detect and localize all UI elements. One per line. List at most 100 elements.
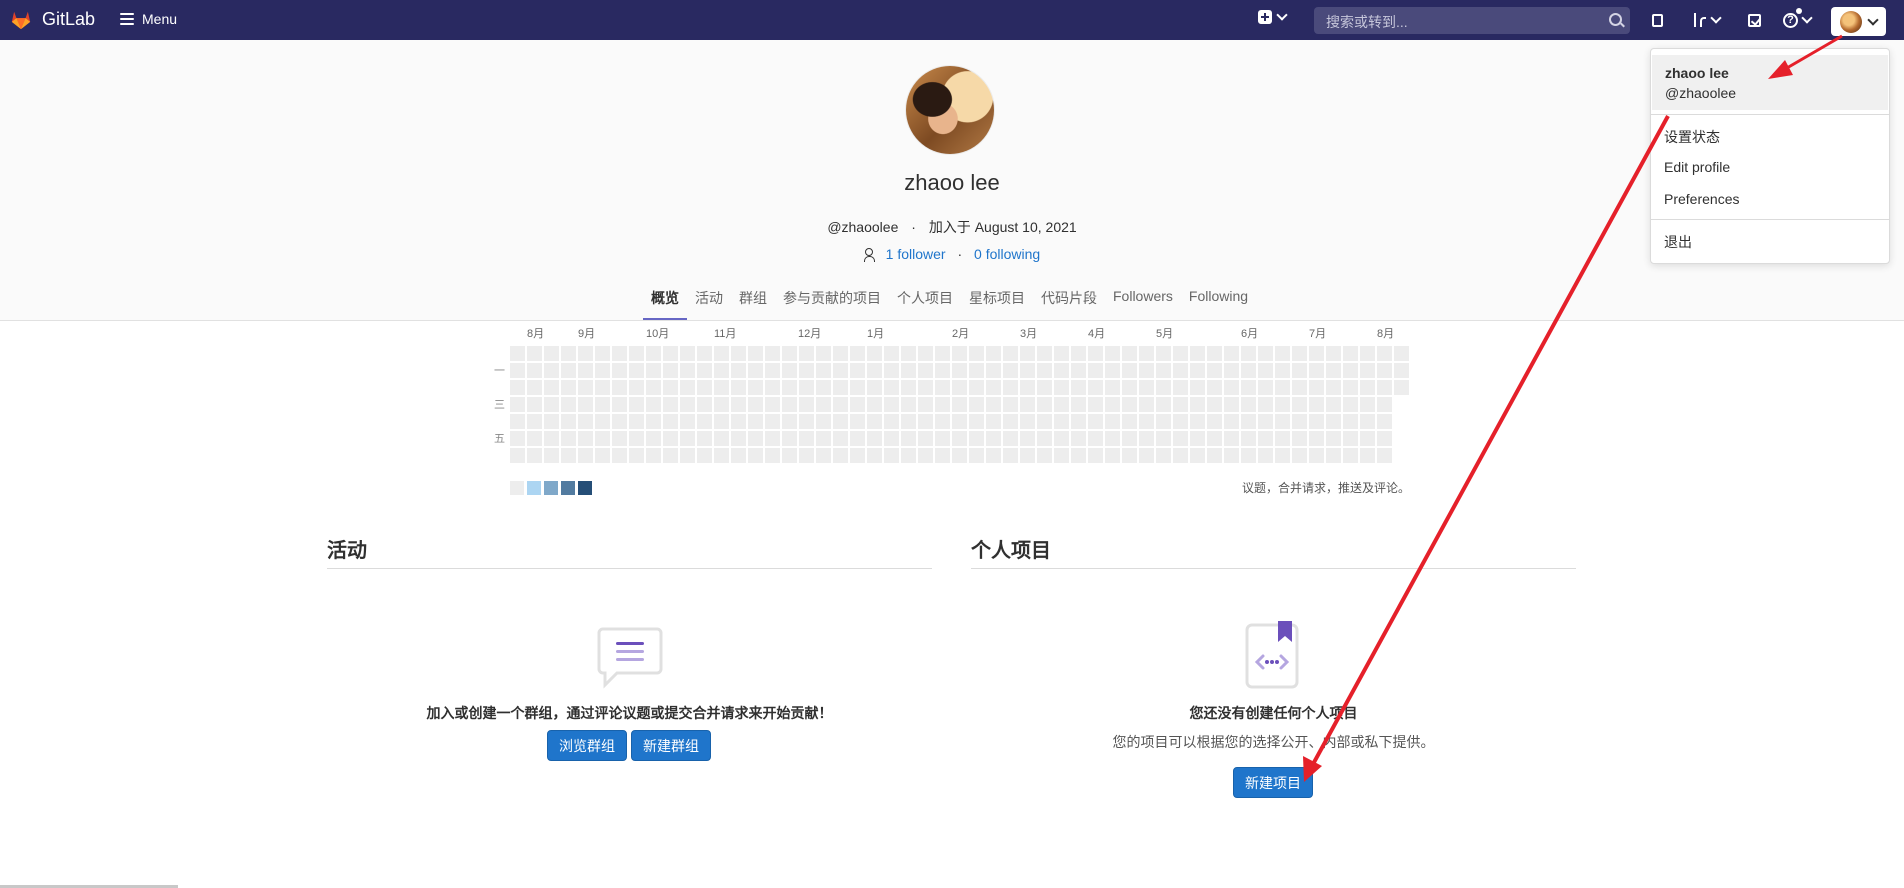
calendar-day-cell[interactable]: [782, 346, 797, 361]
calendar-day-cell[interactable]: [748, 414, 763, 429]
calendar-day-cell[interactable]: [816, 431, 831, 446]
calendar-day-cell[interactable]: [1020, 346, 1035, 361]
calendar-day-cell[interactable]: [918, 414, 933, 429]
search-input[interactable]: [1324, 7, 1588, 36]
calendar-day-cell[interactable]: [1224, 346, 1239, 361]
calendar-day-cell[interactable]: [612, 414, 627, 429]
calendar-day-cell[interactable]: [1173, 448, 1188, 463]
calendar-day-cell[interactable]: [612, 380, 627, 395]
calendar-day-cell[interactable]: [833, 397, 848, 412]
calendar-day-cell[interactable]: [1173, 363, 1188, 378]
calendar-day-cell[interactable]: [952, 414, 967, 429]
calendar-day-cell[interactable]: [527, 346, 542, 361]
calendar-day-cell[interactable]: [629, 414, 644, 429]
calendar-day-cell[interactable]: [629, 448, 644, 463]
search-box[interactable]: [1314, 7, 1630, 36]
calendar-day-cell[interactable]: [765, 414, 780, 429]
calendar-day-cell[interactable]: [578, 363, 593, 378]
calendar-day-cell[interactable]: [1360, 397, 1375, 412]
calendar-day-cell[interactable]: [1020, 397, 1035, 412]
calendar-day-cell[interactable]: [1020, 414, 1035, 429]
calendar-day-cell[interactable]: [748, 380, 763, 395]
calendar-day-cell[interactable]: [1173, 346, 1188, 361]
calendar-day-cell[interactable]: [935, 448, 950, 463]
calendar-day-cell[interactable]: [1377, 431, 1392, 446]
calendar-day-cell[interactable]: [850, 346, 865, 361]
preferences-item[interactable]: Preferences: [1664, 191, 1739, 207]
calendar-day-cell[interactable]: [748, 431, 763, 446]
calendar-day-cell[interactable]: [884, 380, 899, 395]
calendar-day-cell[interactable]: [680, 431, 695, 446]
calendar-day-cell[interactable]: [748, 397, 763, 412]
calendar-day-cell[interactable]: [1173, 380, 1188, 395]
calendar-day-cell[interactable]: [935, 346, 950, 361]
calendar-day-cell[interactable]: [1139, 431, 1154, 446]
calendar-day-cell[interactable]: [850, 397, 865, 412]
calendar-day-cell[interactable]: [1275, 397, 1290, 412]
calendar-day-cell[interactable]: [544, 448, 559, 463]
calendar-day-cell[interactable]: [1156, 431, 1171, 446]
calendar-day-cell[interactable]: [1309, 346, 1324, 361]
calendar-day-cell[interactable]: [510, 414, 525, 429]
calendar-day-cell[interactable]: [697, 363, 712, 378]
calendar-day-cell[interactable]: [1292, 414, 1307, 429]
calendar-day-cell[interactable]: [1309, 397, 1324, 412]
tab-groups[interactable]: 群组: [731, 280, 775, 320]
calendar-day-cell[interactable]: [1241, 448, 1256, 463]
calendar-day-cell[interactable]: [1088, 431, 1103, 446]
merge-requests-button[interactable]: [1693, 10, 1722, 30]
calendar-day-cell[interactable]: [1207, 346, 1222, 361]
calendar-day-cell[interactable]: [918, 346, 933, 361]
calendar-day-cell[interactable]: [1190, 431, 1205, 446]
calendar-day-cell[interactable]: [765, 363, 780, 378]
calendar-day-cell[interactable]: [731, 448, 746, 463]
calendar-day-cell[interactable]: [850, 414, 865, 429]
calendar-day-cell[interactable]: [1071, 448, 1086, 463]
calendar-day-cell[interactable]: [1343, 363, 1358, 378]
calendar-day-cell[interactable]: [1326, 346, 1341, 361]
calendar-day-cell[interactable]: [1003, 380, 1018, 395]
calendar-day-cell[interactable]: [1224, 380, 1239, 395]
calendar-day-cell[interactable]: [1275, 431, 1290, 446]
calendar-day-cell[interactable]: [1258, 448, 1273, 463]
calendar-day-cell[interactable]: [1343, 431, 1358, 446]
calendar-day-cell[interactable]: [1224, 414, 1239, 429]
calendar-day-cell[interactable]: [918, 431, 933, 446]
calendar-day-cell[interactable]: [867, 414, 882, 429]
calendar-day-cell[interactable]: [1105, 397, 1120, 412]
calendar-day-cell[interactable]: [663, 397, 678, 412]
calendar-day-cell[interactable]: [1207, 380, 1222, 395]
calendar-day-cell[interactable]: [595, 363, 610, 378]
calendar-day-cell[interactable]: [1343, 414, 1358, 429]
calendar-day-cell[interactable]: [816, 363, 831, 378]
calendar-day-cell[interactable]: [578, 431, 593, 446]
calendar-day-cell[interactable]: [969, 414, 984, 429]
calendar-day-cell[interactable]: [901, 363, 916, 378]
calendar-day-cell[interactable]: [1258, 397, 1273, 412]
calendar-day-cell[interactable]: [1309, 448, 1324, 463]
calendar-day-cell[interactable]: [1241, 346, 1256, 361]
calendar-day-cell[interactable]: [714, 380, 729, 395]
calendar-day-cell[interactable]: [918, 448, 933, 463]
calendar-day-cell[interactable]: [1088, 448, 1103, 463]
calendar-day-cell[interactable]: [1292, 346, 1307, 361]
calendar-day-cell[interactable]: [935, 414, 950, 429]
calendar-day-cell[interactable]: [1309, 380, 1324, 395]
calendar-day-cell[interactable]: [1173, 431, 1188, 446]
calendar-day-cell[interactable]: [1241, 431, 1256, 446]
calendar-day-cell[interactable]: [799, 414, 814, 429]
calendar-day-cell[interactable]: [1003, 363, 1018, 378]
calendar-day-cell[interactable]: [748, 346, 763, 361]
calendar-day-cell[interactable]: [935, 380, 950, 395]
calendar-day-cell[interactable]: [731, 431, 746, 446]
calendar-day-cell[interactable]: [544, 431, 559, 446]
calendar-day-cell[interactable]: [833, 414, 848, 429]
calendar-day-cell[interactable]: [816, 448, 831, 463]
calendar-day-cell[interactable]: [816, 380, 831, 395]
calendar-day-cell[interactable]: [612, 363, 627, 378]
calendar-day-cell[interactable]: [527, 448, 542, 463]
calendar-day-cell[interactable]: [1054, 448, 1069, 463]
calendar-day-cell[interactable]: [1326, 431, 1341, 446]
calendar-day-cell[interactable]: [765, 346, 780, 361]
calendar-day-cell[interactable]: [1258, 346, 1273, 361]
